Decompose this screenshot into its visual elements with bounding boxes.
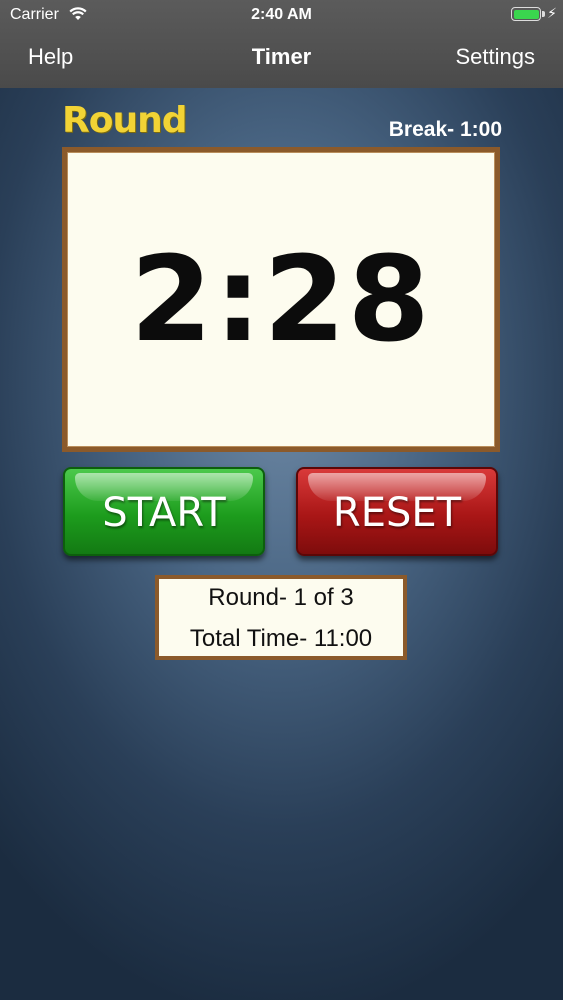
- mode-label: Round: [62, 100, 187, 141]
- round-info-box: Round- 1 of 3 Total Time- 11:00: [155, 575, 407, 660]
- top-bar: Carrier 2:40 AM ⚡ Help Timer Settings: [0, 0, 563, 88]
- reset-button[interactable]: RESET: [296, 467, 498, 556]
- start-button[interactable]: START: [63, 467, 265, 556]
- status-bar: Carrier 2:40 AM ⚡: [0, 0, 563, 30]
- timer-display-frame: 2:28: [62, 147, 500, 452]
- round-counter: Round- 1 of 3: [208, 584, 354, 611]
- reset-button-label: RESET: [332, 490, 462, 536]
- bolt-icon: ⚡: [547, 5, 557, 21]
- start-button-label: START: [102, 490, 226, 536]
- break-label: Break- 1:00: [388, 118, 502, 141]
- status-time: 2:40 AM: [251, 6, 312, 23]
- help-button[interactable]: Help: [28, 44, 73, 70]
- battery-icon: [511, 7, 541, 21]
- battery-level: [513, 9, 539, 19]
- total-time: Total Time- 11:00: [189, 625, 373, 652]
- battery-tip: [542, 11, 545, 17]
- settings-button[interactable]: Settings: [456, 44, 536, 70]
- timer-digits: 2:28: [130, 230, 432, 368]
